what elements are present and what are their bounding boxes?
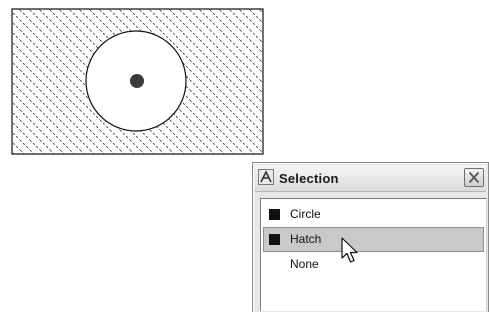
list-item-label: None bbox=[290, 257, 319, 271]
center-point bbox=[130, 74, 144, 88]
list-item-hatch[interactable]: Hatch bbox=[263, 227, 484, 252]
autocad-app-icon bbox=[258, 169, 274, 185]
close-icon bbox=[468, 171, 480, 184]
color-swatch bbox=[269, 209, 280, 220]
close-button[interactable] bbox=[464, 168, 484, 187]
dialog-title: Selection bbox=[279, 171, 339, 186]
dialog-titlebar[interactable]: Selection bbox=[255, 165, 486, 192]
list-item-circle[interactable]: Circle bbox=[263, 202, 484, 227]
selection-dialog: Selection Circle Hatch None bbox=[252, 162, 489, 312]
color-swatch bbox=[269, 234, 280, 245]
list-item-label: Hatch bbox=[290, 232, 322, 246]
selection-list[interactable]: Circle Hatch None bbox=[260, 198, 487, 311]
list-item-label: Circle bbox=[290, 207, 321, 221]
list-item-none[interactable]: None bbox=[263, 252, 484, 277]
mouse-pointer-icon bbox=[341, 237, 358, 263]
